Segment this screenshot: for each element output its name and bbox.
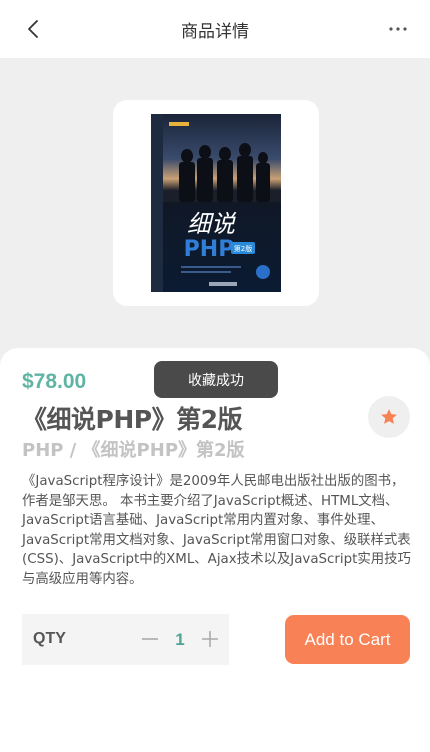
star-icon xyxy=(381,409,397,424)
cover-title-latin: PHP xyxy=(184,237,235,262)
chevron-left-icon[interactable] xyxy=(22,17,46,41)
qty-value: 1 xyxy=(175,630,185,649)
plus-icon[interactable] xyxy=(199,628,221,650)
cover-title-chars: 细说 xyxy=(187,210,237,238)
toast-message: 收藏成功 xyxy=(154,361,278,398)
cover-badge: 第2版 xyxy=(234,244,252,253)
product-hero: 细说 PHP 第2版 xyxy=(0,58,430,368)
product-price: $78.00 xyxy=(22,370,87,393)
more-dots-icon[interactable] xyxy=(386,17,410,41)
product-title: 《细说PHP》第2版 xyxy=(22,405,242,434)
product-subtitle: PHP / 《细说PHP》第2版 xyxy=(22,440,245,461)
add-to-cart-button[interactable]: Add to Cart xyxy=(285,615,410,664)
favorite-button[interactable] xyxy=(368,396,410,438)
minus-icon[interactable] xyxy=(140,629,160,649)
product-description: 《JavaScript程序设计》是2009年人民邮电出版社出版的图书，作者是邹天… xyxy=(22,474,411,587)
book-cover-image: 细说 PHP 第2版 xyxy=(151,114,281,292)
quantity-stepper: QTY 1 xyxy=(22,614,229,665)
nav-bar: 商品详情 xyxy=(0,0,430,58)
product-image-card[interactable]: 细说 PHP 第2版 xyxy=(113,100,319,306)
qty-label: QTY xyxy=(33,630,66,647)
page-title: 商品详情 xyxy=(181,21,249,42)
